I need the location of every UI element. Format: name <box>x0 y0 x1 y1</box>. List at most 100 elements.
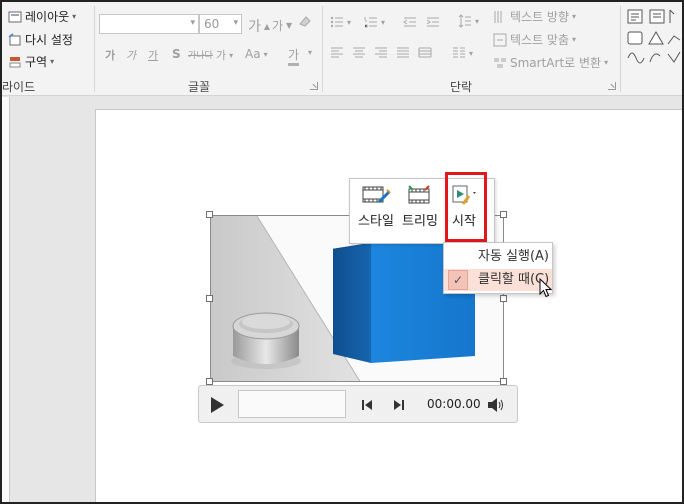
section-label: 구역 <box>25 55 48 69</box>
ribbon: 레이아웃 ▾ 다시 설정 구역 ▾ 라이드 ▾ 60 ▾ 가 ▲ 가 ▼ 가 가… <box>2 2 682 96</box>
shadow-button[interactable]: S <box>172 47 181 61</box>
align-center-button[interactable] <box>352 46 366 60</box>
powerpoint-window: 레이아웃 ▾ 다시 설정 구역 ▾ 라이드 ▾ 60 ▾ 가 ▲ 가 ▼ 가 가… <box>0 0 684 504</box>
bold-label: 가 <box>105 49 116 62</box>
justify-icon <box>397 47 409 58</box>
line-spacing-icon <box>458 14 471 28</box>
distribute-button[interactable] <box>418 46 432 60</box>
media-controls-bar: 00:00.00 <box>198 385 518 423</box>
decrease-indent-icon <box>403 17 416 27</box>
strikethrough-button[interactable]: 가나다 <box>188 48 213 61</box>
text-direction-icon <box>494 10 502 23</box>
align-left-icon <box>331 47 343 58</box>
font-color-label: 가 <box>288 48 300 62</box>
play-icon[interactable] <box>209 396 225 414</box>
decrease-indent-button[interactable] <box>403 15 417 29</box>
chevron-down-icon: ▾ <box>347 17 352 27</box>
section-button[interactable]: 구역 ▾ <box>8 53 54 70</box>
trim-video-icon <box>408 185 430 204</box>
slides-group-label: 라이드 <box>2 80 36 94</box>
trim-button[interactable]: 트리밍 <box>400 179 440 243</box>
paragraph-dialog-launcher-icon[interactable] <box>608 82 616 90</box>
group-separator <box>620 6 621 92</box>
eraser-icon <box>299 16 311 27</box>
char-spacing-label: 가 <box>216 49 227 62</box>
menu-item-on-click[interactable]: ✓ 클릭할 때(C) <box>444 269 552 291</box>
increase-indent-icon <box>426 17 439 27</box>
chevron-down-icon: ▾ <box>469 48 474 58</box>
slide-thumbnail-pane[interactable] <box>2 97 10 502</box>
auto-play-label: 자동 실행(A) <box>478 249 550 264</box>
grow-font-button[interactable]: 가 ▲ <box>248 16 270 36</box>
line-spacing-button[interactable]: ▾ <box>458 14 479 28</box>
font-group-label: 글꼴 <box>188 80 211 94</box>
resize-handle-bottom-right[interactable] <box>500 378 507 385</box>
trim-label: 트리밍 <box>402 214 438 229</box>
chevron-down-icon: ▾ <box>50 57 55 66</box>
change-case-label: Aa <box>245 47 261 61</box>
chevron-down-icon: ▾ <box>229 50 234 60</box>
align-text-button[interactable]: 텍스트 맞춤 ▾ <box>493 31 576 48</box>
arrow-up-icon: ▲ <box>263 21 271 31</box>
smartart-icon <box>494 57 506 68</box>
font-dialog-launcher-icon[interactable] <box>310 82 318 90</box>
checkmark-icon: ✓ <box>448 270 468 290</box>
smartart-convert-button[interactable]: SmartArt로 변환 ▾ <box>493 54 608 71</box>
layout-icon <box>8 11 22 22</box>
numbering-icon <box>364 17 377 28</box>
text-direction-button[interactable]: 텍스트 방향 ▾ <box>493 8 576 25</box>
layout-button[interactable]: 레이아웃 ▾ <box>8 8 76 25</box>
shrink-font-button[interactable]: 가 ▼ <box>272 17 292 34</box>
resize-handle-right[interactable] <box>500 295 507 302</box>
italic-button[interactable]: 가 <box>126 47 136 63</box>
underline-button[interactable]: 가 <box>148 47 158 63</box>
align-center-icon <box>353 47 365 58</box>
chevron-down-icon: ▾ <box>381 17 386 27</box>
align-text-label: 텍스트 맞춤 <box>510 33 570 47</box>
columns-icon <box>453 47 465 58</box>
justify-button[interactable] <box>396 46 410 60</box>
align-right-button[interactable] <box>374 46 388 60</box>
clear-format-button[interactable] <box>298 14 312 28</box>
shapes-gallery[interactable] <box>624 6 682 68</box>
chevron-down-icon: ▾ <box>475 16 480 26</box>
resize-handle-left[interactable] <box>206 295 213 302</box>
step-back-icon[interactable] <box>360 398 374 412</box>
bullets-button[interactable]: ▾ <box>330 15 351 29</box>
resize-handle-bottom-left[interactable] <box>206 378 213 385</box>
increase-indent-button[interactable] <box>426 15 440 29</box>
font-color-button[interactable]: 가 <box>288 46 300 66</box>
seek-bar[interactable] <box>238 390 346 418</box>
mouse-cursor-icon <box>539 278 553 298</box>
menu-item-auto-play[interactable]: 자동 실행(A) <box>444 246 552 268</box>
columns-button[interactable]: ▾ <box>452 46 473 60</box>
bold-button[interactable]: 가 <box>105 47 115 63</box>
step-forward-icon[interactable] <box>392 398 406 412</box>
reset-button[interactable]: 다시 설정 <box>8 31 73 48</box>
chevron-down-icon: ▾ <box>308 48 313 57</box>
align-left-button[interactable] <box>330 46 344 60</box>
font-size-combo[interactable]: 60 ▾ <box>199 14 242 34</box>
smartart-label: SmartArt로 변환 <box>510 56 602 70</box>
video-style-icon <box>362 186 391 204</box>
chevron-down-icon: ▾ <box>572 12 577 21</box>
char-spacing-button[interactable]: 가 ▾ <box>216 47 233 63</box>
volume-icon[interactable] <box>487 397 505 413</box>
resize-handle-top-left[interactable] <box>206 211 213 218</box>
playback-time: 00:00.00 <box>427 397 481 411</box>
section-icon <box>9 56 21 67</box>
chevron-down-icon: ▾ <box>190 18 195 28</box>
change-case-button[interactable]: Aa ▾ <box>245 47 268 61</box>
arrow-down-icon: ▼ <box>286 21 293 30</box>
chevron-down-icon: ▾ <box>263 49 268 59</box>
font-name-combo[interactable]: ▾ <box>99 14 199 34</box>
text-direction-label: 텍스트 방향 <box>510 10 570 24</box>
resize-handle-top-right[interactable] <box>500 211 507 218</box>
font-color-dropdown[interactable]: ▾ <box>308 48 312 57</box>
layout-label: 레이아웃 <box>25 10 70 24</box>
bullets-icon <box>330 16 343 28</box>
numbering-button[interactable]: ▾ <box>364 15 385 29</box>
chevron-down-icon: ▾ <box>72 12 77 21</box>
align-text-icon <box>493 33 507 46</box>
style-button[interactable]: 스타일 <box>356 179 396 243</box>
